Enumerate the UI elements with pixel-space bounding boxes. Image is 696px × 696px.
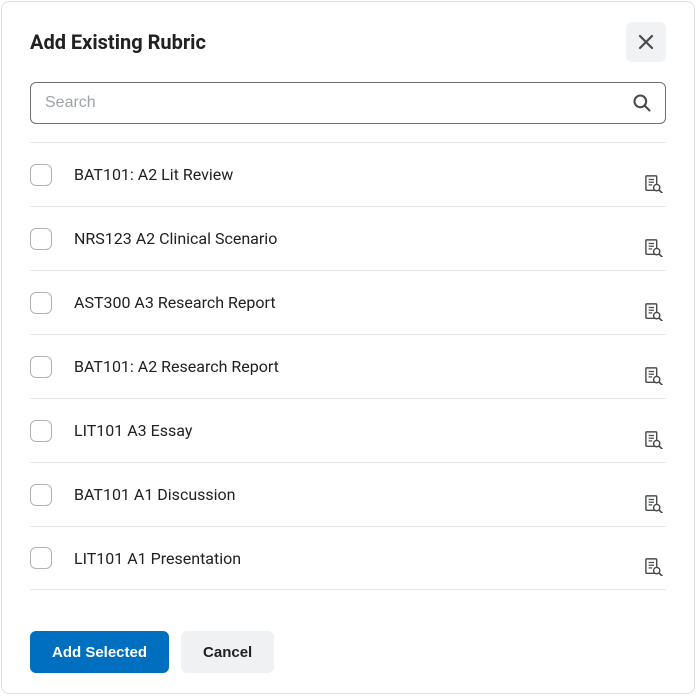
rubric-checkbox[interactable] (30, 356, 52, 378)
preview-icon (645, 431, 663, 449)
list-item: BAT101 A1 Discussion (30, 462, 666, 526)
close-button[interactable] (626, 22, 666, 62)
add-selected-button[interactable]: Add Selected (30, 631, 169, 673)
rubric-label: LIT101 A3 Essay (74, 421, 642, 454)
list-item: LIT101 A3 Essay (30, 398, 666, 462)
cancel-button[interactable]: Cancel (181, 631, 274, 673)
preview-icon (645, 367, 663, 385)
rubric-label: NRS123 A2 Clinical Scenario (74, 229, 642, 262)
preview-button[interactable] (642, 555, 666, 579)
rubric-label: LIT101 A1 Presentation (74, 549, 642, 582)
preview-icon (645, 175, 663, 193)
preview-button[interactable] (642, 236, 666, 260)
rubric-label: BAT101: A2 Lit Review (74, 165, 642, 198)
list-item: NRS123 A2 Clinical Scenario (30, 206, 666, 270)
preview-button[interactable] (642, 364, 666, 388)
rubric-checkbox[interactable] (30, 164, 52, 186)
preview-button[interactable] (642, 172, 666, 196)
list-item: BAT101: A2 Lit Review (30, 142, 666, 206)
list-item: LIT101 A1 Presentation (30, 526, 666, 590)
add-rubric-dialog: Add Existing Rubric BAT101: A2 Lit Revie… (1, 1, 695, 694)
rubric-checkbox[interactable] (30, 547, 52, 569)
rubric-list: BAT101: A2 Lit Review NRS123 A2 Clinical… (30, 142, 666, 601)
preview-button[interactable] (642, 300, 666, 324)
rubric-checkbox[interactable] (30, 484, 52, 506)
dialog-footer: Add Selected Cancel (30, 601, 666, 673)
preview-icon (645, 239, 663, 257)
rubric-label: BAT101: A2 Research Report (74, 357, 642, 390)
preview-icon (645, 558, 663, 576)
preview-button[interactable] (642, 428, 666, 452)
dialog-title: Add Existing Rubric (30, 30, 206, 54)
rubric-checkbox[interactable] (30, 228, 52, 250)
close-icon (638, 34, 654, 50)
dialog-header: Add Existing Rubric (30, 22, 666, 62)
list-item: AST300 A3 Research Report (30, 270, 666, 334)
preview-button[interactable] (642, 492, 666, 516)
rubric-label: AST300 A3 Research Report (74, 293, 642, 326)
rubric-checkbox[interactable] (30, 292, 52, 314)
preview-icon (645, 303, 663, 321)
search-container (30, 82, 666, 124)
list-item: BAT101: A2 Research Report (30, 334, 666, 398)
preview-icon (645, 495, 663, 513)
search-input[interactable] (30, 82, 666, 124)
rubric-label: BAT101 A1 Discussion (74, 485, 642, 518)
rubric-checkbox[interactable] (30, 420, 52, 442)
